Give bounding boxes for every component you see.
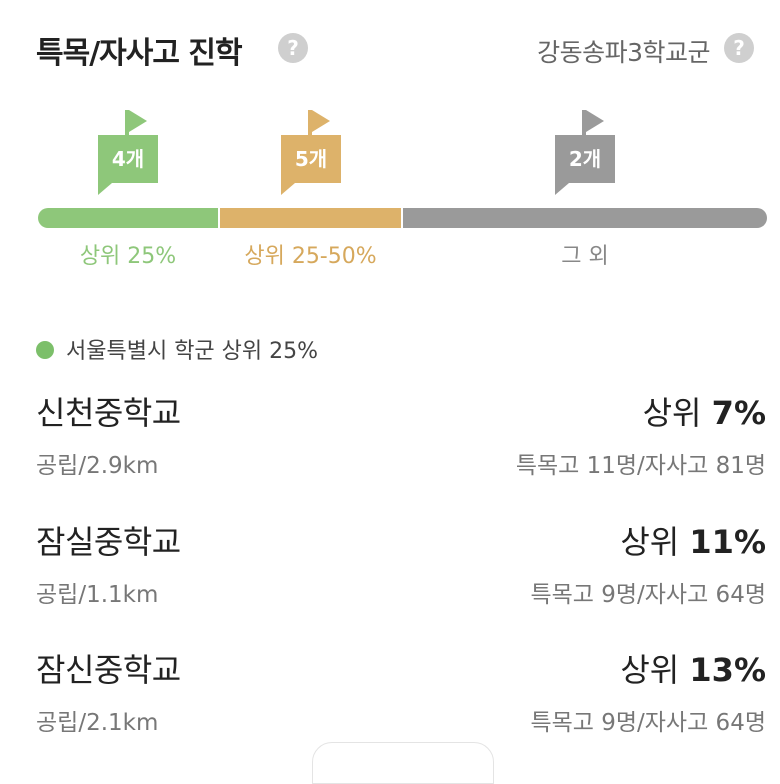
bar-label-rest: 그 외: [561, 244, 609, 269]
school-name: 신천중학교: [36, 394, 181, 432]
school-name: 잠실중학교: [36, 523, 181, 561]
section-title: 특목/자사고 진학: [36, 36, 243, 71]
school-name: 잠신중학교: [36, 651, 181, 689]
flag-pennant-icon: [312, 110, 330, 132]
school-type-distance: 공립/1.1km: [36, 582, 159, 608]
school-admission-stats: 특목고 9명/자사고 64명: [530, 582, 766, 608]
flag-pennant-icon: [129, 110, 147, 132]
school-rank: 상위 7%: [643, 388, 766, 434]
flag-top25: 4개: [98, 110, 158, 200]
school-admission-stats: 특목고 11명/자사고 81명: [515, 453, 766, 479]
legend-dot-icon: [36, 341, 54, 359]
bar-segment-mid: [220, 208, 401, 228]
school-admission-stats: 특목고 9명/자사고 64명: [530, 710, 766, 736]
flag-count-mid: 5개: [281, 135, 341, 183]
flag-pennant-icon: [586, 110, 604, 132]
flag-count-top25: 4개: [98, 135, 158, 183]
rank-value: 11%: [689, 523, 766, 561]
flag-tail-icon: [555, 183, 569, 195]
school-item[interactable]: 잠신중학교 상위 13% 공립/2.1km 특목고 9명/자사고 64명: [36, 645, 766, 755]
district-help-icon[interactable]: ?: [724, 33, 754, 63]
flag-count-rest: 2개: [555, 135, 615, 183]
title-help-icon[interactable]: ?: [278, 33, 308, 63]
legend-text: 서울특별시 학군 상위 25%: [66, 339, 319, 364]
school-rank: 상위 13%: [620, 645, 766, 691]
rank-prefix: 상위: [642, 394, 702, 432]
flag-mid: 5개: [281, 110, 341, 200]
bar-segment-top25: [38, 208, 218, 228]
flag-rest: 2개: [555, 110, 615, 200]
school-rank: 상위 11%: [620, 517, 766, 563]
district-label: 강동송파3학교군: [537, 38, 710, 67]
school-type-distance: 공립/2.9km: [36, 453, 159, 479]
flag-tail-icon: [281, 183, 295, 195]
rank-prefix: 상위: [620, 523, 680, 561]
rank-prefix: 상위: [620, 651, 680, 689]
rank-value: 13%: [689, 651, 766, 689]
bar-label-top25: 상위 25%: [79, 244, 177, 269]
school-item[interactable]: 신천중학교 상위 7% 공립/2.9km 특목고 11명/자사고 81명: [36, 388, 766, 498]
school-type-distance: 공립/2.1km: [36, 710, 159, 736]
bar-segment-rest: [403, 208, 767, 228]
flag-tail-icon: [98, 183, 112, 195]
rank-value: 7%: [711, 394, 766, 432]
legend: 서울특별시 학군 상위 25%: [36, 333, 318, 365]
more-handle[interactable]: [312, 742, 494, 784]
school-item[interactable]: 잠실중학교 상위 11% 공립/1.1km 특목고 9명/자사고 64명: [36, 517, 766, 627]
bar-label-mid: 상위 25-50%: [244, 244, 377, 269]
